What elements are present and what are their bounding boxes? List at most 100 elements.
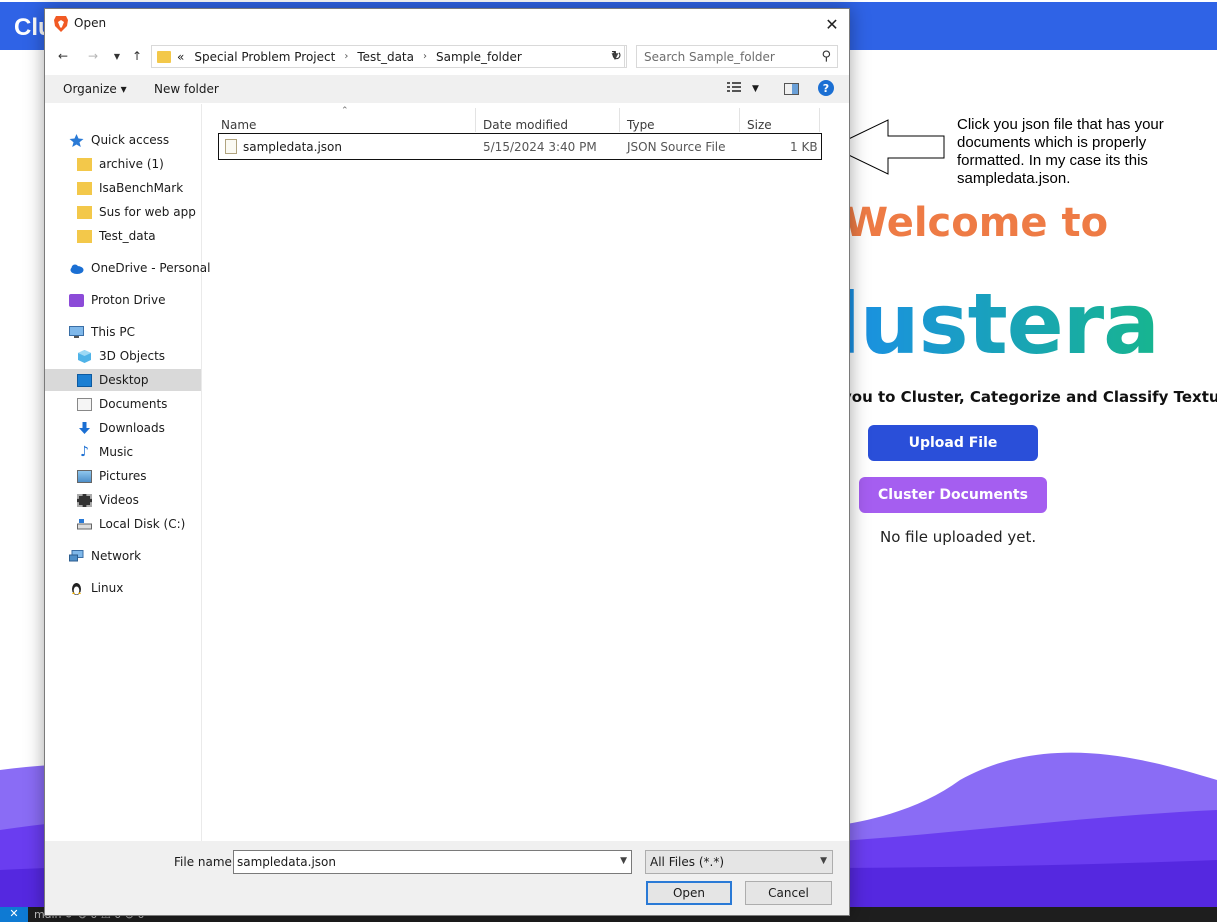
nav-label: 3D Objects [99,349,166,363]
cube-icon [78,349,91,363]
file-row[interactable]: sampledata.json 5/15/2024 3:40 PM JSON S… [218,133,822,160]
address-bar[interactable]: « Special Problem Project › Test_data › … [151,45,625,68]
navigation-pane: Quick access archive (1) IsaBenchMark Su… [45,104,210,841]
back-arrow-icon[interactable]: ← [53,46,73,66]
brave-icon [54,16,68,32]
column-divider[interactable] [475,108,476,132]
star-icon [69,133,84,147]
computer-icon [69,325,84,338]
forward-arrow-icon[interactable]: → [83,46,103,66]
file-type: JSON Source File [627,140,726,154]
column-header-name[interactable]: Name [221,118,256,132]
dialog-toolbar: Organize ▾ New folder ▼ ? [45,75,849,103]
film-icon [77,493,92,507]
column-divider[interactable] [819,108,820,132]
nav-item-downloads[interactable]: Downloads [77,417,165,439]
column-divider[interactable] [739,108,740,132]
nav-this-pc[interactable]: This PC [69,321,135,343]
screen: Clu Welcome to lustera you to Cluster, C… [0,0,1217,922]
column-divider[interactable] [619,108,620,132]
nav-item-isabenchmark[interactable]: IsaBenchMark [77,177,183,199]
folder-icon [77,205,92,219]
brand-title: lustera [832,275,1160,373]
breadcrumb-special-problem-project[interactable]: Special Problem Project [194,50,335,64]
file-name: sampledata.json [243,140,343,154]
nav-item-local-disk[interactable]: Local Disk (C:) [77,513,185,535]
dialog-titlebar[interactable]: Open ✕ [45,9,849,39]
cloud-icon [70,264,84,274]
open-button[interactable]: Open [646,881,732,905]
open-file-dialog: Open ✕ ← → ▼ ↑ « Special Problem Project… [44,8,850,916]
upload-file-button[interactable]: Upload File [868,425,1038,461]
nav-item-desktop[interactable]: Desktop [45,369,201,391]
folder-icon [77,181,92,195]
welcome-heading: Welcome to [844,200,1109,246]
nav-item-test-data[interactable]: Test_data [77,225,156,247]
view-dropdown-icon[interactable]: ▼ [752,84,759,94]
pictures-icon [77,469,92,483]
drive-icon [77,518,92,529]
upload-status: No file uploaded yet. [880,528,1037,546]
help-icon[interactable]: ? [818,80,834,96]
tagline: you to Cluster, Categorize and Classify … [842,388,1217,406]
nav-label: archive (1) [99,157,164,171]
folder-icon [157,50,171,63]
breadcrumb-overflow[interactable]: « [177,50,184,64]
sort-ascending-icon: ⌃ [341,106,349,116]
recent-locations-chevron-icon[interactable]: ▼ [107,46,127,66]
preview-pane-icon[interactable] [784,83,799,95]
nav-item-archive[interactable]: archive (1) [77,153,164,175]
proton-drive-icon [69,293,84,307]
nav-label: Test_data [99,229,156,243]
nav-onedrive[interactable]: OneDrive - Personal [69,257,210,279]
nav-item-music[interactable]: ♪ Music [77,441,133,463]
nav-linux[interactable]: Linux [69,577,123,599]
breadcrumb-test-data[interactable]: Test_data [357,50,414,64]
breadcrumb-chevron-icon[interactable]: › [344,51,348,62]
file-type-select[interactable]: All Files (*.*) ▼ [645,850,833,874]
up-arrow-icon[interactable]: ↑ [127,46,147,66]
nav-item-3d-objects[interactable]: 3D Objects [77,345,165,367]
nav-item-pictures[interactable]: Pictures [77,465,147,487]
nav-item-sus-for-web-app[interactable]: Sus for web app [77,201,196,223]
navigation-row: ← → ▼ ↑ « Special Problem Project › Test… [45,42,849,70]
file-type-value: All Files (*.*) [650,855,725,869]
cancel-button[interactable]: Cancel [745,881,832,905]
nav-label: Pictures [99,469,147,483]
nav-label: This PC [91,325,135,339]
desktop-icon [77,373,92,387]
nav-label: Music [99,445,134,459]
nav-quick-access[interactable]: Quick access [69,129,169,151]
column-header-date-modified[interactable]: Date modified [483,118,568,132]
nav-label: Videos [99,493,139,507]
nav-label: Sus for web app [99,205,196,219]
close-icon[interactable]: ✕ [815,9,849,39]
nav-network[interactable]: Network [69,545,141,567]
file-name-label: File name: [174,855,236,869]
search-input[interactable]: Search Sample_folder ⚲ [636,45,838,68]
file-name-input[interactable]: sampledata.json ▼ [233,850,632,874]
column-header-type[interactable]: Type [627,118,655,132]
file-list: ⌃ Name Date modified Type Size sampledat… [203,104,849,841]
refresh-icon[interactable]: ↻ [607,45,627,68]
music-note-icon: ♪ [80,443,89,460]
nav-item-videos[interactable]: Videos [77,489,139,511]
view-options-icon[interactable] [727,81,741,93]
nav-proton-drive[interactable]: Proton Drive [69,289,166,311]
breadcrumb-chevron-icon[interactable]: › [423,51,427,62]
nav-label: IsaBenchMark [99,181,184,195]
organize-button[interactable]: Organize ▾ [63,82,127,96]
new-folder-button[interactable]: New folder [154,82,219,96]
nav-label: Quick access [91,133,170,147]
json-file-icon [225,139,237,154]
nav-item-documents[interactable]: Documents [77,393,167,415]
nav-label: Downloads [99,421,165,435]
dialog-footer: File name: sampledata.json ▼ All Files (… [45,841,849,915]
column-header-size[interactable]: Size [747,118,772,132]
breadcrumb-sample-folder[interactable]: Sample_folder [436,50,522,64]
chevron-down-icon[interactable]: ▼ [620,856,627,866]
network-icon [69,549,84,561]
chevron-down-icon[interactable]: ▼ [820,856,827,866]
cluster-documents-button[interactable]: Cluster Documents [859,477,1047,513]
remote-icon[interactable]: ✕ [0,907,28,922]
